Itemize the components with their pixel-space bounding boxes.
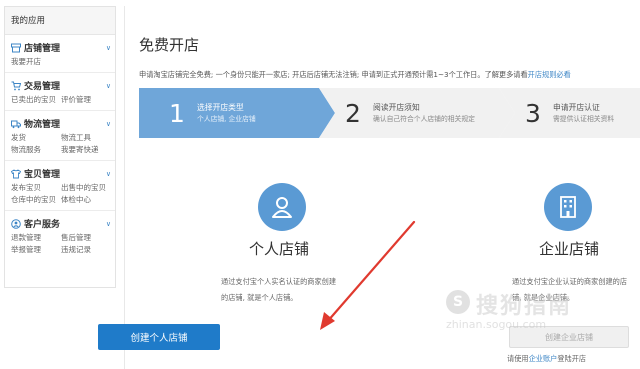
store-icon [11,43,21,53]
company-login-hint: 请使用企业账户登陆开店 [507,354,586,364]
sidebar-link-send-express[interactable]: 我要寄快递 [61,144,111,156]
step-1-active: 1 选择开店类型 个人店铺, 企业店铺 [139,88,335,138]
chevron-down-icon[interactable]: ∨ [106,120,111,128]
group-label: 店铺管理 [24,44,61,54]
group-header-customer-service[interactable]: 客户服务 ∨ [11,217,111,230]
progress-steps: 1 选择开店类型 个人店铺, 企业店铺 2 阅读开店须知 确认自己符合个人店铺的… [139,88,640,138]
login-suffix: 登陆开店 [557,354,587,363]
personal-store-desc-1: 通过支付宝个人实名认证的商家创建 [221,277,337,286]
sidebar-link-refunds[interactable]: 退款管理 [11,232,61,244]
step-number: 1 [169,98,185,128]
group-header-logistics[interactable]: 物流管理 ∨ [11,117,111,130]
watermark-logo-icon: S [446,290,470,314]
step-desc: 确认自己符合个人店铺的相关规定 [373,114,475,123]
group-header-store[interactable]: 店铺管理 ∨ [11,41,111,54]
group-label: 客户服务 [24,220,61,230]
store-rules-link[interactable]: 开店规则必看 [528,70,571,79]
sidebar-link-logistics-service[interactable]: 物流服务 [11,144,61,156]
sidebar-group-items: 宝贝管理 ∨ 发布宝贝 出售中的宝贝 仓库中的宝贝 体检中心 [5,161,115,211]
person-icon [258,183,306,231]
personal-store-title: 个人店铺 [249,240,310,258]
sidebar-group-trade: 交易管理 ∨ 已卖出的宝贝 评价管理 [5,73,115,111]
step-3: 3 申请开店认证 需提供认证相关资料 [499,88,640,138]
company-account-link[interactable]: 企业账户 [529,354,558,363]
step-title: 阅读开店须知 [373,102,420,112]
sidebar-link-open-store[interactable]: 我要开店 [11,56,61,68]
sidebar-link-items-on-sale[interactable]: 出售中的宝贝 [61,182,111,194]
cart-icon [11,81,21,91]
sidebar-link-reviews[interactable]: 评价管理 [61,94,111,106]
sidebar-link-violations[interactable]: 违规记录 [61,244,111,256]
notice-body: 申请淘宝店铺完全免费; 一个身份只能开一家店; 开店后店铺无法注销; 申请到正式… [139,70,528,79]
group-label: 宝贝管理 [24,170,61,180]
shirt-icon [11,168,21,179]
sidebar-link-health-check[interactable]: 体检中心 [61,194,111,206]
step-title: 申请开店认证 [553,102,600,112]
sidebar-link-items-in-stock[interactable]: 仓库中的宝贝 [11,194,61,206]
chevron-down-icon[interactable]: ∨ [106,170,111,178]
chevron-down-icon[interactable]: ∨ [106,82,111,90]
sidebar-link-sold-items[interactable]: 已卖出的宝贝 [11,94,61,106]
step-2: 2 阅读开店须知 确认自己符合个人店铺的相关规定 [319,88,515,138]
sogou-watermark: S 搜狗指南 zhinan.sogou.com [446,288,616,331]
group-label: 交易管理 [24,82,61,92]
company-store-title: 企业店铺 [539,240,600,258]
login-prefix: 请使用 [507,354,529,363]
sidebar-group-logistics: 物流管理 ∨ 发货 物流工具 物流服务 我要寄快递 [5,111,115,161]
personal-store-desc-2: 的店铺, 就是个人店铺。 [221,293,298,302]
sidebar-link-after-sales[interactable]: 售后管理 [61,232,111,244]
group-header-items[interactable]: 宝贝管理 ∨ [11,167,111,180]
group-label: 物流管理 [24,120,61,130]
step-number: 2 [345,98,361,128]
sidebar-group-customer-service: 客户服务 ∨ 退款管理 售后管理 举报管理 违规记录 [5,211,115,260]
notice-text: 申请淘宝店铺完全免费; 一个身份只能开一家店; 开店后店铺无法注销; 申请到正式… [139,70,571,80]
sidebar-title: 我的应用 [5,7,115,35]
chevron-down-icon[interactable]: ∨ [106,44,111,52]
chevron-down-icon[interactable]: ∨ [106,220,111,228]
company-store-desc-1: 通过支付宝企业认证的商家创建的店 [512,277,628,286]
truck-icon [11,119,21,129]
create-personal-store-button[interactable]: 创建个人店铺 [98,324,220,350]
step-number: 3 [525,98,541,128]
page-title: 免费开店 [139,36,200,54]
app-sidebar: 我的应用 店铺管理 ∨ 我要开店 交易管理 ∨ 已卖出的宝贝 评价管理 物流管理… [4,6,116,288]
sidebar-link-reports[interactable]: 举报管理 [11,244,61,256]
step-desc: 需提供认证相关资料 [553,114,615,123]
sidebar-link-logistics-tools[interactable]: 物流工具 [61,132,111,144]
building-icon [544,183,592,231]
support-icon [11,218,21,229]
watermark-url: zhinan.sogou.com [446,318,547,331]
step-desc: 个人店铺, 企业店铺 [197,114,256,123]
step-title: 选择开店类型 [197,102,244,112]
sidebar-link-ship[interactable]: 发货 [11,132,61,144]
watermark-text: 搜狗指南 [476,294,573,319]
group-header-trade[interactable]: 交易管理 ∨ [11,79,111,92]
sidebar-link-publish-item[interactable]: 发布宝贝 [11,182,61,194]
sidebar-group-store: 店铺管理 ∨ 我要开店 [5,35,115,73]
